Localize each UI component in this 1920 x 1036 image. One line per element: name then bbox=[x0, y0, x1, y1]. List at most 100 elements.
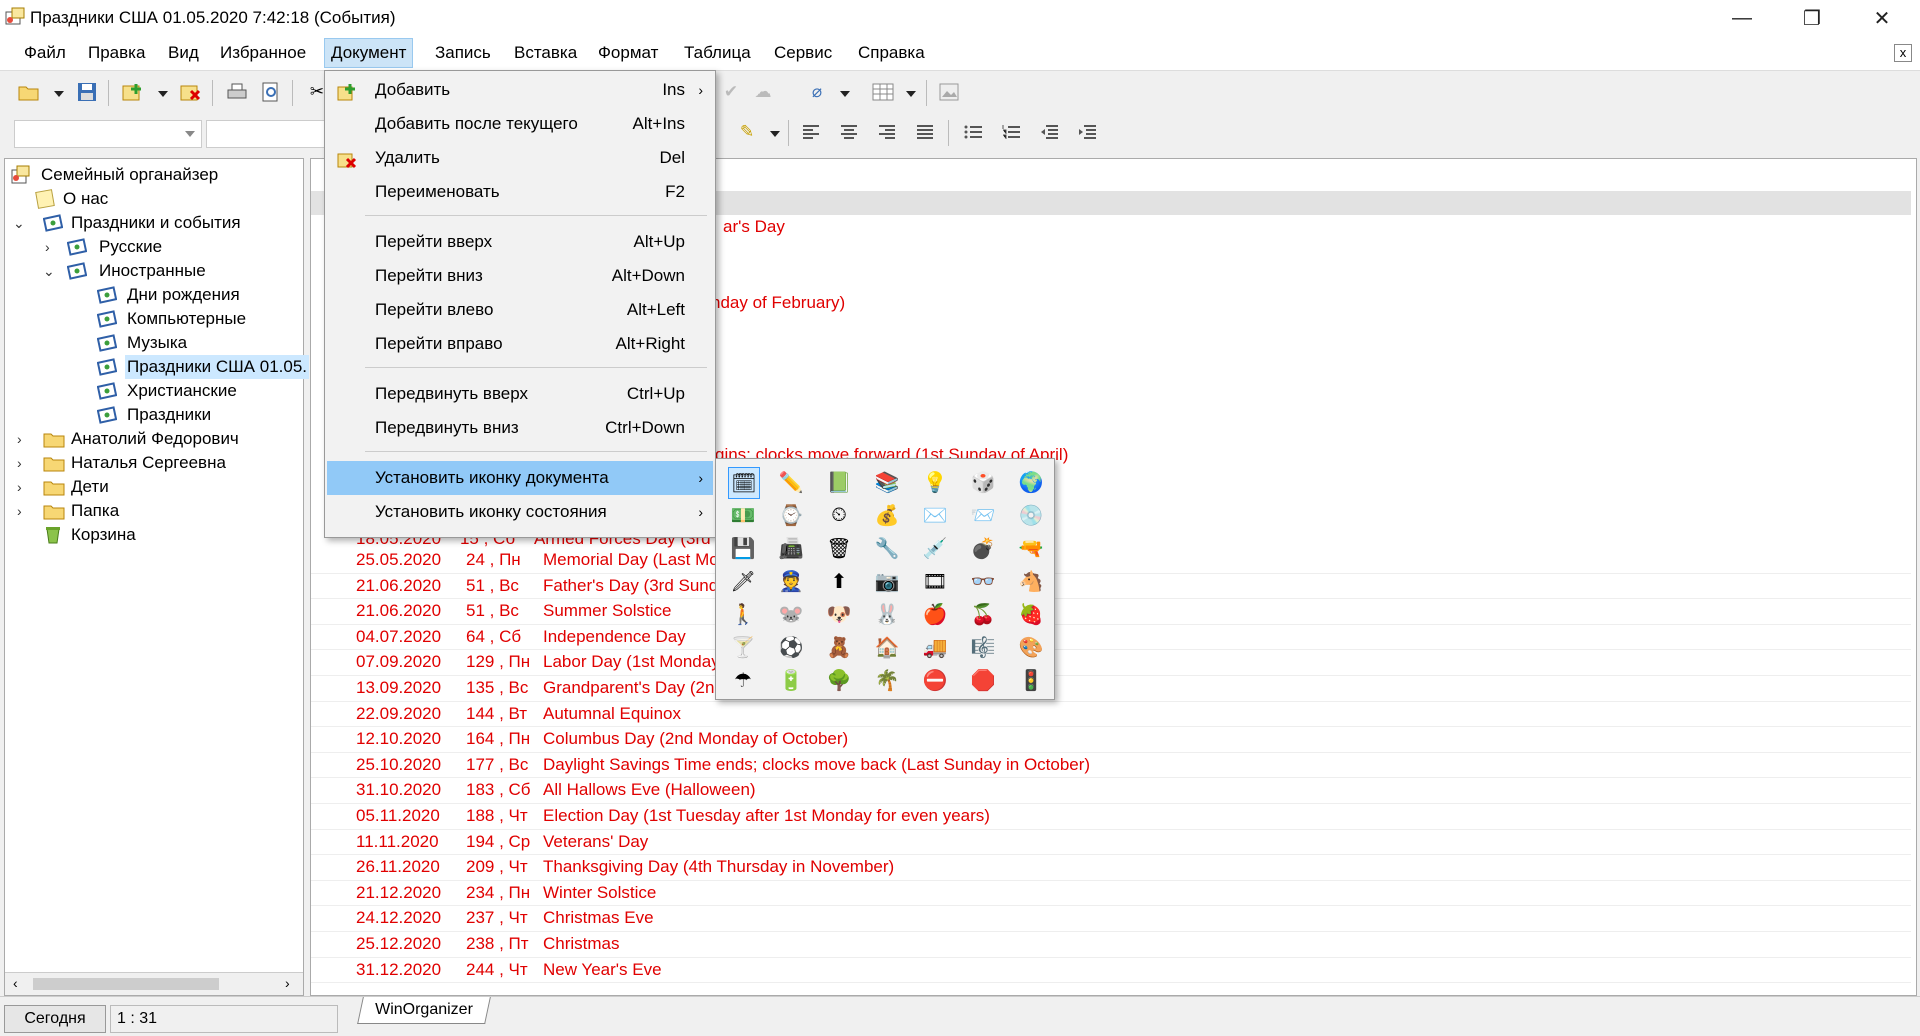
menu-document[interactable]: Документ bbox=[324, 38, 414, 68]
align-center-icon[interactable] bbox=[836, 119, 862, 145]
icon-option[interactable]: 📨 bbox=[968, 500, 998, 530]
icon-option[interactable]: 🛑 bbox=[968, 665, 998, 695]
scroll-left-icon[interactable]: ‹ bbox=[13, 975, 18, 991]
icon-option[interactable]: 🎞 bbox=[920, 566, 950, 596]
icon-option[interactable]: 🧸 bbox=[824, 632, 854, 662]
menu-item-set-status-icon[interactable]: Установить иконку состояния › bbox=[327, 495, 713, 529]
icon-option[interactable]: 📷 bbox=[872, 566, 902, 596]
icon-option[interactable]: 🗓 bbox=[728, 467, 760, 499]
icon-option[interactable]: 📚 bbox=[872, 467, 902, 497]
open-dropdown-caret[interactable] bbox=[54, 91, 64, 97]
minimize-button[interactable]: — bbox=[1712, 0, 1772, 36]
icon-option[interactable]: 🔫 bbox=[1016, 533, 1046, 563]
outdent-icon[interactable] bbox=[1036, 119, 1062, 145]
menu-item-add-after[interactable]: Добавить после текущего Alt+Ins bbox=[327, 107, 713, 141]
scroll-right-icon[interactable]: › bbox=[285, 975, 290, 991]
icon-option[interactable]: 🌍 bbox=[1016, 467, 1046, 497]
table-row[interactable]: 21.06.2020 51 , Вс Father's Day (3rd Sunda bbox=[311, 573, 1911, 600]
chevron-down-icon[interactable]: ⌄ bbox=[13, 211, 25, 235]
chevron-right-icon[interactable]: › bbox=[17, 475, 22, 499]
icon-option[interactable]: ☂ bbox=[728, 665, 758, 695]
maximize-button[interactable]: ❐ bbox=[1782, 0, 1842, 36]
icon-option[interactable]: 💿 bbox=[1016, 500, 1046, 530]
icon-option[interactable]: 🍒 bbox=[968, 599, 998, 629]
menu-item-rename[interactable]: Переименовать F2 bbox=[327, 175, 713, 209]
menu-table[interactable]: Таблица bbox=[678, 41, 757, 65]
table-row[interactable]: 13.09.2020 135 , Вс Grandparent's Day (2nd bbox=[311, 675, 1911, 702]
icon-option[interactable]: 💡 bbox=[920, 467, 950, 497]
icon-option[interactable]: 📠 bbox=[776, 533, 806, 563]
check-icon[interactable]: ✔ bbox=[718, 79, 744, 105]
menu-record[interactable]: Запись bbox=[429, 41, 497, 65]
icon-option[interactable]: ⚽ bbox=[776, 632, 806, 662]
menu-service[interactable]: Сервис bbox=[768, 41, 838, 65]
menu-help[interactable]: Справка bbox=[852, 41, 931, 65]
menu-favorites[interactable]: Избранное bbox=[214, 41, 312, 65]
table-row[interactable]: 25.12.2020 238 , Пт Christmas bbox=[311, 931, 1911, 958]
table-row[interactable]: 24.12.2020 237 , Чт Christmas Eve bbox=[311, 905, 1911, 932]
font-size-combo[interactable] bbox=[206, 120, 328, 148]
chevron-right-icon[interactable]: › bbox=[17, 499, 22, 523]
icon-option[interactable]: 🍸 bbox=[728, 632, 758, 662]
close-button[interactable]: ✕ bbox=[1852, 0, 1912, 36]
add-dropdown-caret[interactable] bbox=[158, 91, 168, 97]
icon-option[interactable]: 🚦 bbox=[1016, 665, 1046, 695]
open-folder-icon[interactable] bbox=[16, 79, 42, 105]
attach-dropdown-caret[interactable] bbox=[840, 91, 850, 97]
icon-option[interactable]: 💣 bbox=[968, 533, 998, 563]
icon-option[interactable]: 👓 bbox=[968, 566, 998, 596]
icon-option[interactable]: 🗑 bbox=[824, 533, 854, 563]
menu-view[interactable]: Вид bbox=[162, 41, 205, 65]
menu-file[interactable]: Файл bbox=[18, 41, 72, 65]
scrollbar-thumb[interactable] bbox=[33, 978, 219, 990]
icon-option[interactable]: ⏲ bbox=[824, 500, 854, 530]
menu-item-move-down[interactable]: Передвинуть вниз Ctrl+Down bbox=[327, 411, 713, 445]
icon-option[interactable]: 💾 bbox=[728, 533, 758, 563]
spell-icon[interactable]: ☁ bbox=[750, 79, 776, 105]
table-dropdown-caret[interactable] bbox=[906, 91, 916, 97]
print-preview-icon[interactable] bbox=[258, 79, 284, 105]
icon-option[interactable]: ⛔ bbox=[920, 665, 950, 695]
chevron-right-icon[interactable]: › bbox=[17, 427, 22, 451]
numbered-list-icon[interactable] bbox=[998, 119, 1024, 145]
font-combo[interactable] bbox=[14, 120, 202, 148]
icon-option[interactable]: ⌚ bbox=[776, 500, 806, 530]
table-row[interactable]: 31.12.2020 244 , Чт New Year's Eve bbox=[311, 957, 1911, 984]
icon-option[interactable]: 🌴 bbox=[872, 665, 902, 695]
menu-format[interactable]: Формат bbox=[592, 41, 664, 65]
icon-option[interactable]: 🏠 bbox=[872, 632, 902, 662]
icon-option[interactable]: 📗 bbox=[824, 467, 854, 497]
table-row[interactable]: 22.09.2020 144 , Вт Autumnal Equinox bbox=[311, 701, 1911, 728]
chevron-down-icon[interactable]: ⌄ bbox=[43, 259, 55, 283]
menu-item-delete[interactable]: Удалить Del bbox=[327, 141, 713, 175]
align-left-icon[interactable] bbox=[798, 119, 824, 145]
list-item-partial[interactable]: ar's Day bbox=[723, 217, 785, 237]
document-close-button[interactable]: x bbox=[1894, 44, 1912, 62]
table-row[interactable]: 05.11.2020 188 , Чт Election Day (1st Tues… bbox=[311, 803, 1911, 830]
icon-option[interactable]: 🎨 bbox=[1016, 632, 1046, 662]
table-row[interactable]: 26.11.2020 209 , Чт Thanksgiving Day (4th … bbox=[311, 854, 1911, 881]
icon-option[interactable]: 🔧 bbox=[872, 533, 902, 563]
print-icon[interactable] bbox=[224, 79, 250, 105]
icon-option[interactable]: ✏️ bbox=[776, 467, 806, 497]
table-row[interactable]: 21.06.2020 51 , Вс Summer Solstice bbox=[311, 598, 1911, 625]
table-row[interactable]: 25.10.2020 177 , Вс Daylight Savings Time … bbox=[311, 752, 1911, 779]
highlight-dropdown-caret[interactable] bbox=[770, 131, 780, 137]
icon-option[interactable]: 🐴 bbox=[1016, 566, 1046, 596]
icon-option[interactable]: 🐶 bbox=[824, 599, 854, 629]
align-right-icon[interactable] bbox=[874, 119, 900, 145]
table-row[interactable]: 21.12.2020 234 , Пн Winter Solstice bbox=[311, 880, 1911, 907]
icon-option[interactable]: ⬆ bbox=[824, 566, 854, 596]
menu-insert[interactable]: Вставка bbox=[508, 41, 583, 65]
icon-option[interactable]: 🍎 bbox=[920, 599, 950, 629]
menu-item-move-up[interactable]: Передвинуть вверх Ctrl+Up bbox=[327, 377, 713, 411]
icon-option[interactable]: 💉 bbox=[920, 533, 950, 563]
icon-option[interactable]: 🐭 bbox=[776, 599, 806, 629]
tab-winorganizer[interactable]: WinOrganizer bbox=[357, 997, 491, 1024]
delete-document-icon[interactable] bbox=[178, 79, 204, 105]
table-row[interactable]: 04.07.2020 64 , Сб Independence Day bbox=[311, 624, 1911, 651]
menu-item-go-left[interactable]: Перейти влево Alt+Left bbox=[327, 293, 713, 327]
table-row[interactable]: 11.11.2020 194 , Ср Veterans' Day bbox=[311, 829, 1911, 856]
icon-option[interactable]: 🎼 bbox=[968, 632, 998, 662]
menu-item-go-up[interactable]: Перейти вверх Alt+Up bbox=[327, 225, 713, 259]
